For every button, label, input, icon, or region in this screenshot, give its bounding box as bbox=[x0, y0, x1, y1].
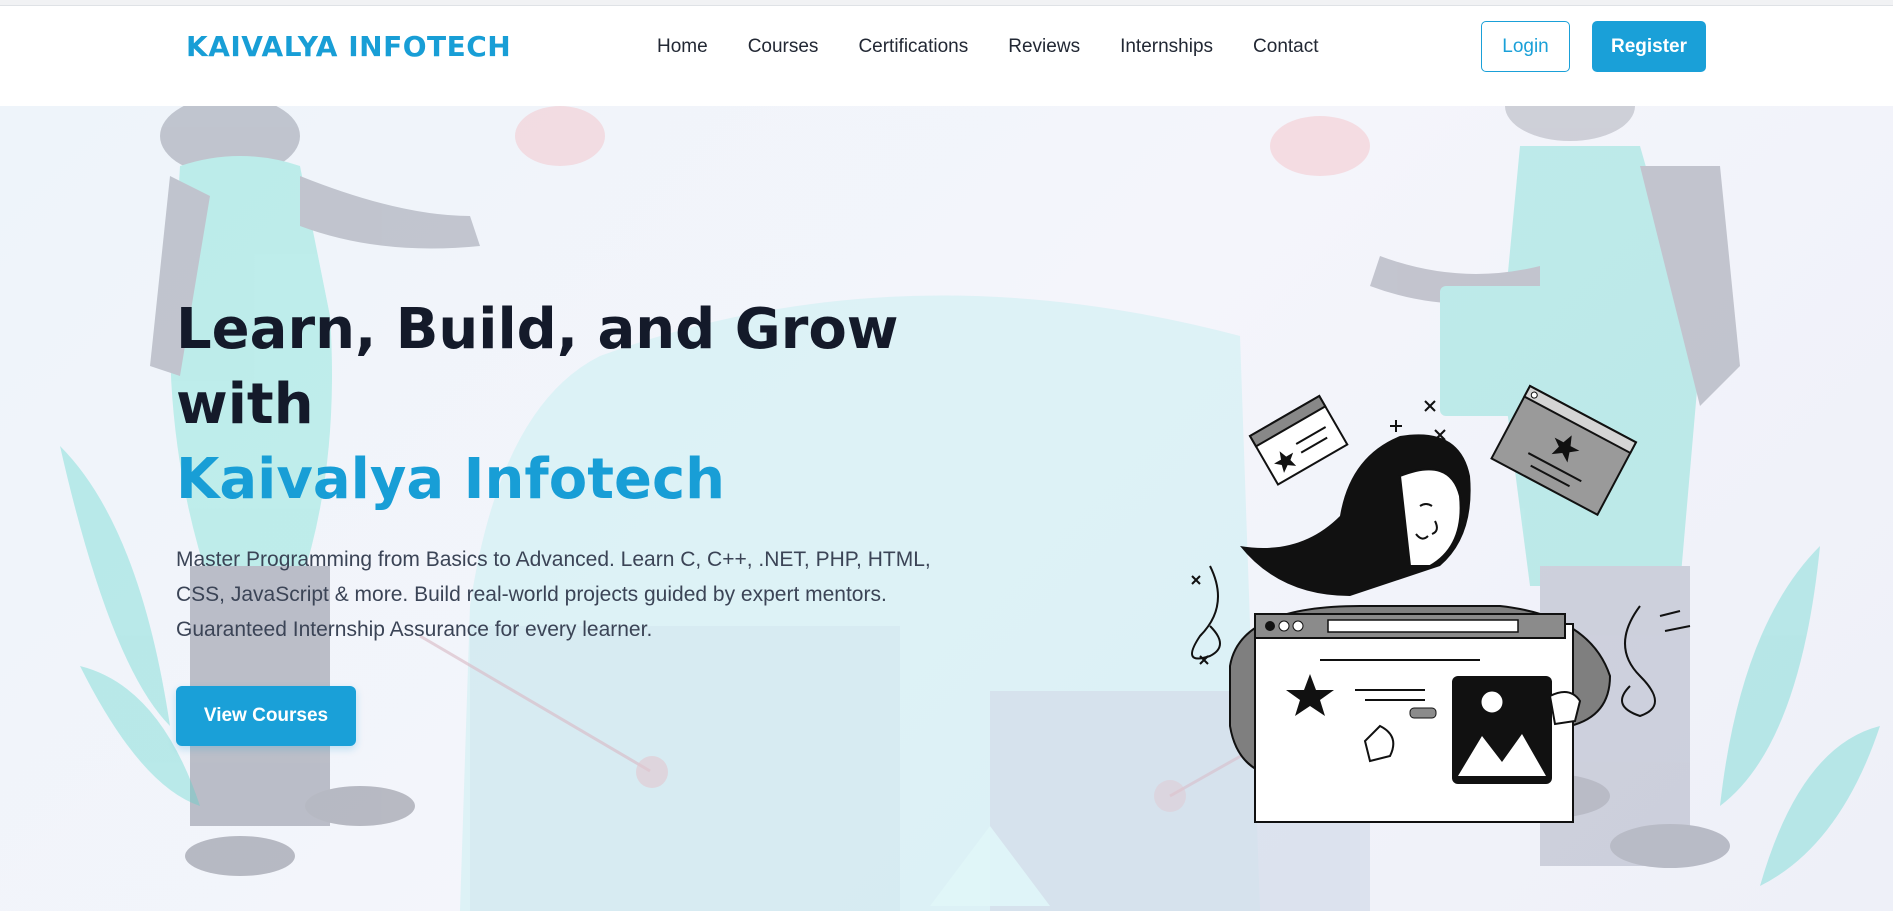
nav-links: Home Courses Certifications Reviews Inte… bbox=[657, 36, 1359, 58]
nav-link-contact[interactable]: Contact bbox=[1253, 36, 1318, 58]
nav-link-internships[interactable]: Internships bbox=[1120, 36, 1213, 58]
navbar: KAIVALYA INFOTECH Home Courses Certifica… bbox=[0, 6, 1893, 106]
login-button[interactable]: Login bbox=[1481, 21, 1570, 72]
nav-link-courses[interactable]: Courses bbox=[748, 36, 819, 58]
nav-link-home[interactable]: Home bbox=[657, 36, 708, 58]
view-courses-button[interactable]: View Courses bbox=[176, 686, 356, 746]
nav-link-certifications[interactable]: Certifications bbox=[858, 36, 968, 58]
headline-line-2: with bbox=[176, 372, 314, 437]
register-button[interactable]: Register bbox=[1592, 21, 1706, 72]
hero-headline: Learn, Build, and Grow with Kaivalya Inf… bbox=[176, 292, 976, 517]
woman-holding-browser-illustration bbox=[1191, 384, 1691, 823]
headline-accent: Kaivalya Infotech bbox=[176, 447, 726, 512]
headline-line-1: Learn, Build, and Grow bbox=[176, 297, 899, 362]
hero-section: Learn, Build, and Grow with Kaivalya Inf… bbox=[0, 106, 1893, 911]
nav-link-reviews[interactable]: Reviews bbox=[1008, 36, 1080, 58]
brand-logo[interactable]: KAIVALYA INFOTECH bbox=[186, 30, 511, 63]
hero-description: Master Programming from Basics to Advanc… bbox=[176, 548, 931, 641]
